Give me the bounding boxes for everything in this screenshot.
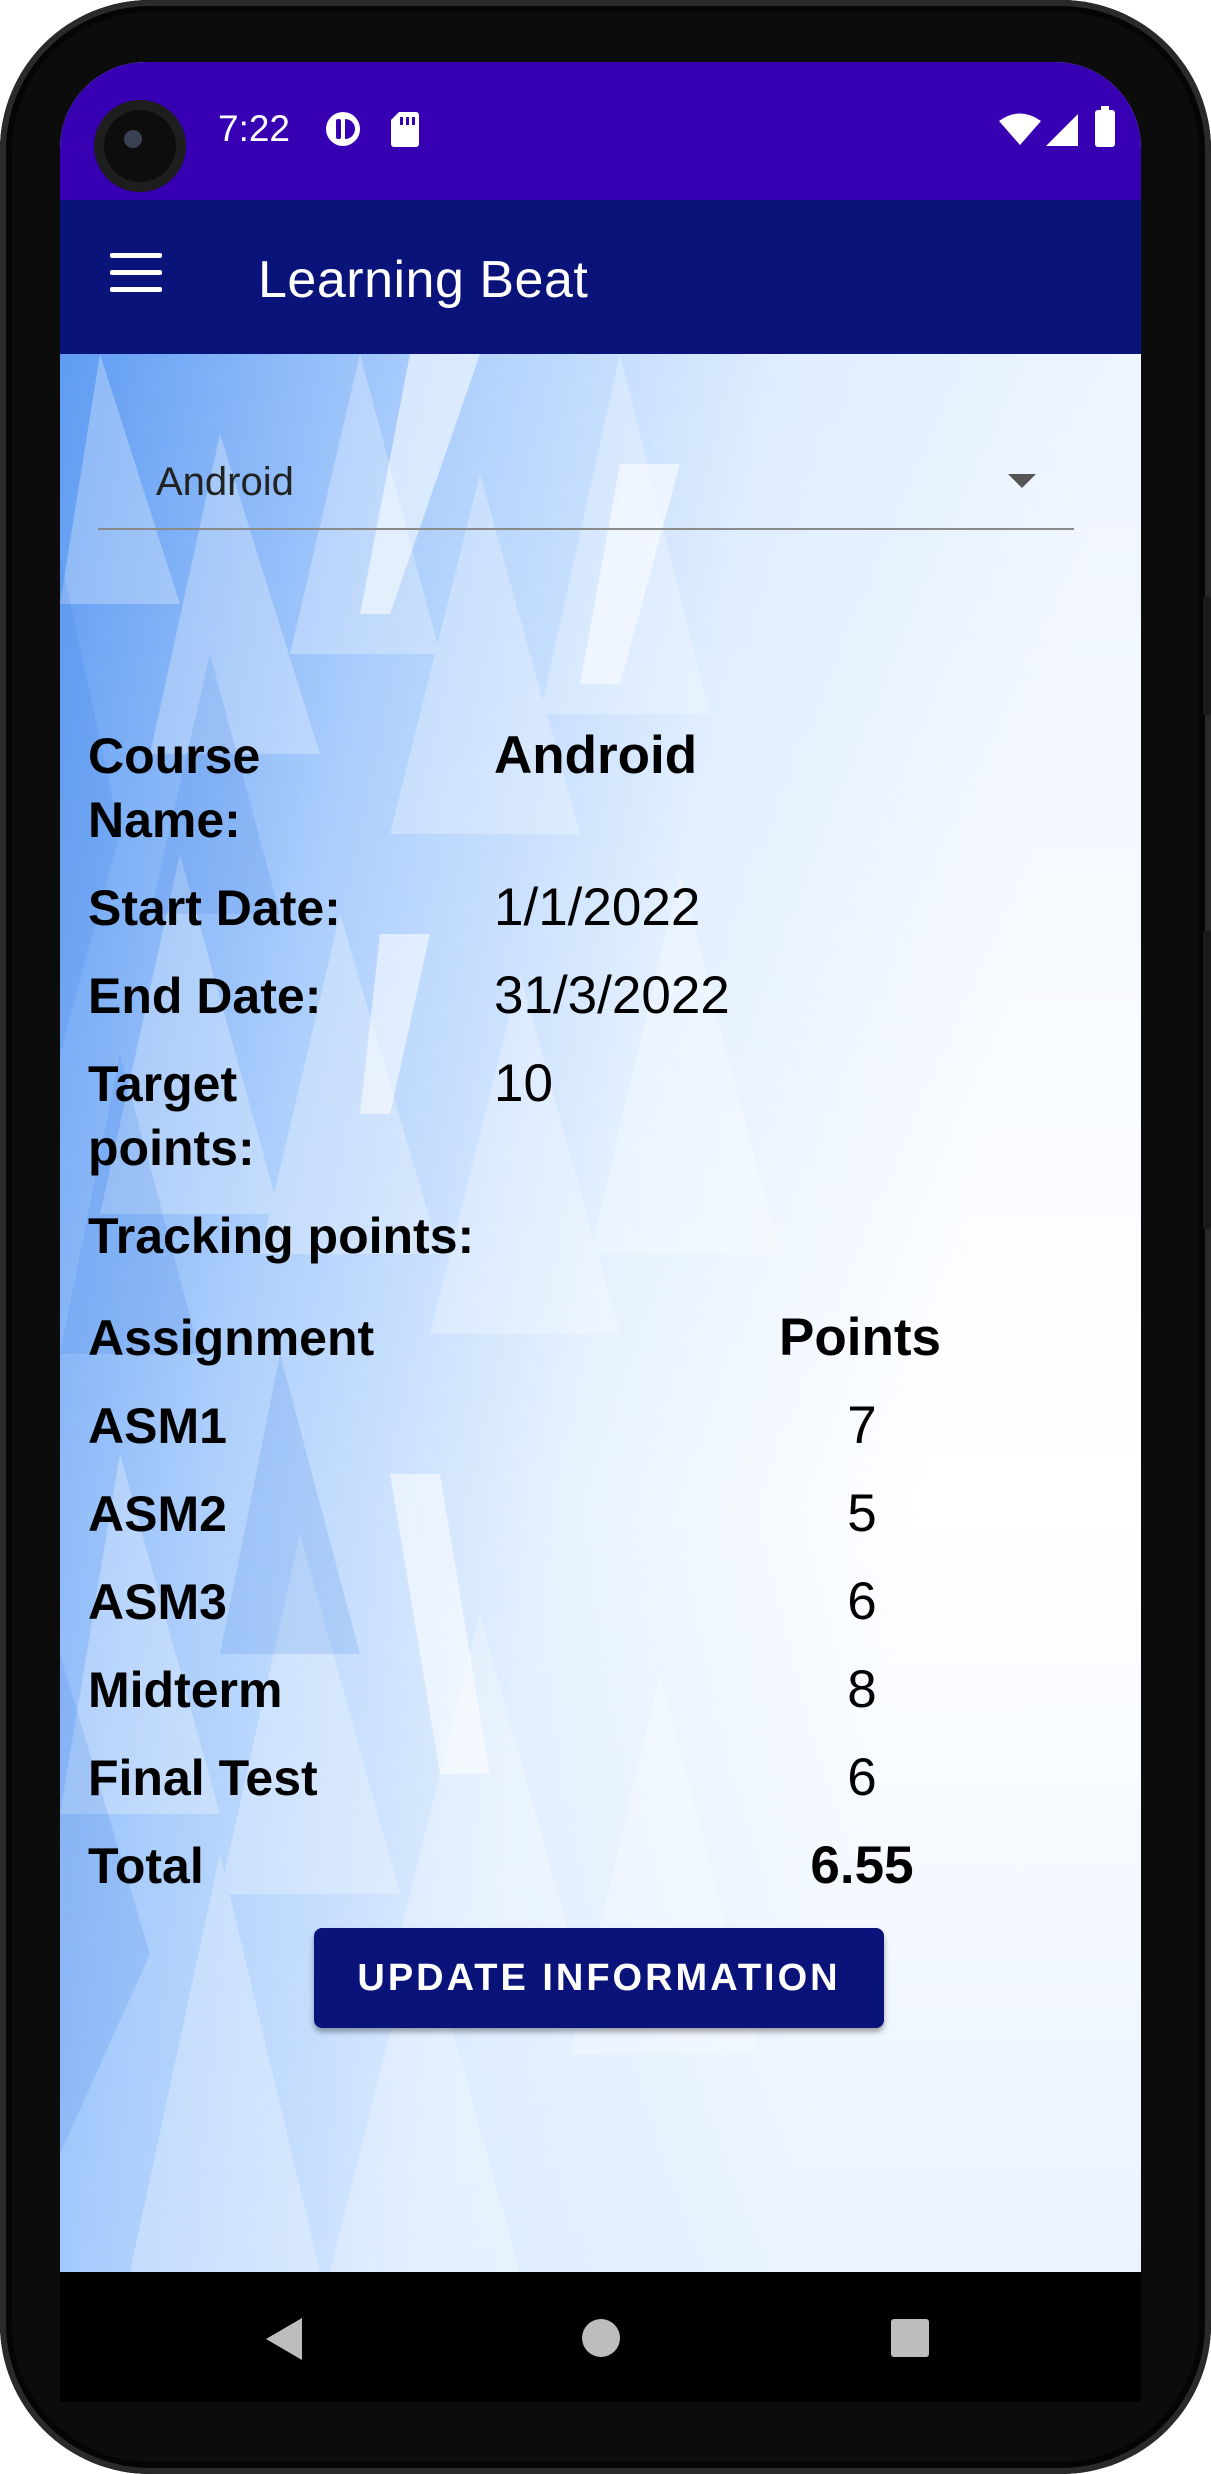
target-points-label: Target points: <box>88 1056 255 1176</box>
notification-app-icon <box>326 112 360 146</box>
home-icon[interactable] <box>581 2318 621 2358</box>
table-row-points: 8 <box>847 1660 877 1719</box>
content-area: Android Course Name: Android Start Date:… <box>60 354 1141 2272</box>
battery-icon <box>1095 106 1115 147</box>
start-date-value: 1/1/2022 <box>494 878 701 937</box>
navigation-bar <box>60 2272 1141 2402</box>
target-points-value: 10 <box>494 1054 553 1113</box>
recents-icon[interactable] <box>890 2318 930 2358</box>
status-time: 7:22 <box>218 108 291 149</box>
table-row-name: Final Test <box>88 1750 318 1806</box>
app-bar: Learning Beat <box>60 200 1141 354</box>
app-title: Learning Beat <box>258 251 589 309</box>
menu-icon[interactable] <box>110 253 162 295</box>
update-information-button[interactable]: UPDATE INFORMATION <box>314 1928 884 2028</box>
course-name-label: Course Name: <box>88 728 261 848</box>
screen: 7:22 Learning Beat Android Course Name: … <box>60 62 1141 2272</box>
status-bar: 7:22 <box>60 62 1141 200</box>
points-header: Points <box>779 1308 941 1367</box>
end-date-label: End Date: <box>88 968 322 1024</box>
tracking-points-label: Tracking points: <box>88 1208 475 1264</box>
table-row-name: ASM3 <box>88 1574 227 1630</box>
table-row-name: ASM1 <box>88 1398 227 1454</box>
course-spinner-value: Android <box>156 460 294 504</box>
table-row-points: 7 <box>847 1396 877 1455</box>
sd-card-icon <box>391 112 419 147</box>
start-date-label: Start Date: <box>88 880 341 936</box>
table-row-points: 5 <box>847 1484 877 1543</box>
assignment-header: Assignment <box>88 1310 375 1366</box>
dropdown-arrow-icon <box>1008 474 1036 488</box>
back-icon[interactable] <box>264 2316 304 2362</box>
cellular-signal-icon <box>1046 114 1078 146</box>
phone-frame: 7:22 Learning Beat Android Course Name: … <box>0 0 1211 2474</box>
end-date-value: 31/3/2022 <box>494 966 730 1025</box>
wifi-icon <box>999 113 1041 145</box>
volume-button <box>1203 930 1211 1230</box>
table-row-points: 6 <box>847 1748 877 1807</box>
table-row-points: 6 <box>847 1572 877 1631</box>
table-row-name: ASM2 <box>88 1486 227 1542</box>
front-camera <box>94 100 186 192</box>
total-label: Total <box>88 1838 204 1894</box>
total-value: 6.55 <box>810 1836 914 1895</box>
table-row-name: Midterm <box>88 1662 283 1718</box>
power-button <box>1203 596 1211 716</box>
course-spinner[interactable]: Android <box>98 414 1074 530</box>
course-name-value: Android <box>494 726 698 785</box>
